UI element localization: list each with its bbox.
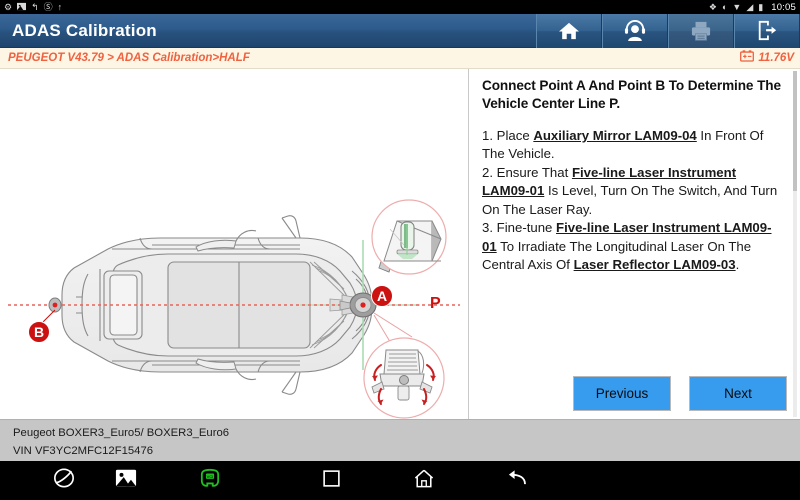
gallery-button[interactable] — [98, 461, 154, 500]
status-bar-left-icons: ⚙ ↰ Ⓢ ↑ — [4, 2, 62, 13]
gallery-icon — [115, 469, 137, 492]
step-term: Laser Reflector LAM09-03 — [573, 257, 736, 273]
browser-button[interactable] — [36, 461, 92, 500]
svg-text:VCI: VCI — [207, 474, 214, 479]
exit-door-icon — [756, 20, 778, 41]
navigation-buttons: Previous Next — [573, 376, 787, 411]
step-text: Ensure That — [493, 164, 572, 180]
point-a-badge: A — [371, 285, 393, 307]
next-button[interactable]: Next — [689, 376, 787, 411]
recents-button[interactable] — [303, 461, 359, 500]
previous-button[interactable]: Previous — [573, 376, 671, 411]
instruction-panel: Connect Point A And Point B To Determine… — [469, 69, 800, 419]
battery-voltage-icon — [740, 49, 755, 67]
center-line-label-p: P — [430, 295, 441, 312]
support-button[interactable] — [602, 13, 668, 48]
app-title-bar: ADAS Calibration — [0, 13, 800, 48]
exit-button[interactable] — [734, 13, 800, 48]
print-button[interactable] — [668, 13, 734, 48]
step-number: 1. — [482, 127, 493, 143]
upload-icon: ↑ — [57, 1, 63, 12]
vehicle-info-bar: Peugeot BOXER3_Euro5/ BOXER3_Euro6 VIN V… — [0, 419, 800, 461]
android-status-bar: ⚙ ↰ Ⓢ ↑ ❖ ◐ ▼ ◢ ▮ 10:05 — [0, 0, 800, 14]
wifi-icon: ▼ — [732, 1, 742, 12]
voltage-indicator: 11.76V — [740, 49, 794, 67]
breadcrumb: PEUGEOT V43.79 > ADAS Calibration>HALF — [8, 52, 250, 64]
step-text: Place — [493, 127, 534, 143]
android-nav-bar: VCI — [0, 461, 800, 500]
signal-icon: ◢ — [746, 1, 754, 12]
image-icon — [17, 2, 27, 13]
usb-icon: ↰ — [31, 1, 39, 12]
home-icon — [414, 469, 434, 493]
home-nav-button[interactable] — [396, 461, 452, 500]
instruction-scrollbar-thumb[interactable] — [793, 71, 797, 191]
instruction-step: 2. Ensure That Five-line Laser Instrumen… — [482, 164, 786, 219]
recents-square-icon — [322, 469, 340, 492]
callout-laser-instrument — [363, 312, 445, 419]
vehicle-top-view-diagram — [8, 199, 460, 419]
instruction-step: 1. Place Auxiliary Mirror LAM09-04 In Fr… — [482, 127, 786, 164]
instruction-heading: Connect Point A And Point B To Determine… — [482, 78, 781, 112]
vehicle-diagram-panel: B A P — [0, 69, 468, 419]
adas-calibration-screen: ⚙ ↰ Ⓢ ↑ ❖ ◐ ▼ ◢ ▮ 10:05 ADAS Calibration — [0, 0, 800, 500]
point-b-target — [42, 297, 62, 323]
vehicle-model: Peugeot BOXER3_Euro5/ BOXER3_Euro6 — [13, 427, 230, 439]
point-b-badge: B — [28, 321, 50, 343]
breadcrumb-bar: PEUGEOT V43.79 > ADAS Calibration>HALF 1… — [0, 48, 800, 69]
step-text: . — [735, 257, 740, 273]
brightness-icon: ◐ — [721, 1, 728, 12]
settings-icon: ⚙ — [4, 1, 13, 12]
instruction-steps: 1. Place Auxiliary Mirror LAM09-04 In Fr… — [482, 127, 786, 275]
headset-user-icon — [624, 20, 646, 41]
vci-button[interactable]: VCI — [182, 461, 238, 500]
home-icon — [558, 21, 580, 41]
step-text: Fine-tune — [493, 220, 557, 236]
instruction-step: 3. Fine-tune Five-line Laser Instrument … — [482, 219, 786, 274]
vehicle-vin: VIN VF3YC2MFC12F15476 — [13, 444, 154, 457]
bluetooth-icon: ❖ — [708, 1, 717, 12]
back-icon — [506, 469, 527, 492]
browser-icon — [53, 467, 75, 494]
back-button[interactable] — [488, 461, 544, 500]
battery-icon: ▮ — [758, 1, 764, 12]
content-area: B A P Connect Point A And Point B To Det… — [0, 69, 800, 419]
callout-auxiliary-mirror — [371, 199, 447, 275]
home-button[interactable] — [536, 13, 602, 48]
mute-icon: Ⓢ — [43, 1, 53, 12]
step-number: 3. — [482, 220, 493, 236]
step-term: Auxiliary Mirror LAM09-04 — [533, 127, 697, 143]
title-bar-actions — [536, 13, 800, 48]
status-bar-clock: 10:05 — [771, 1, 796, 13]
page-title: ADAS Calibration — [12, 20, 157, 40]
step-number: 2. — [482, 164, 493, 180]
voltage-value: 11.76V — [758, 52, 794, 64]
status-bar-right-icons: ❖ ◐ ▼ ◢ ▮ 10:05 — [709, 2, 796, 13]
vci-icon: VCI — [198, 468, 222, 493]
printer-icon — [690, 21, 712, 41]
